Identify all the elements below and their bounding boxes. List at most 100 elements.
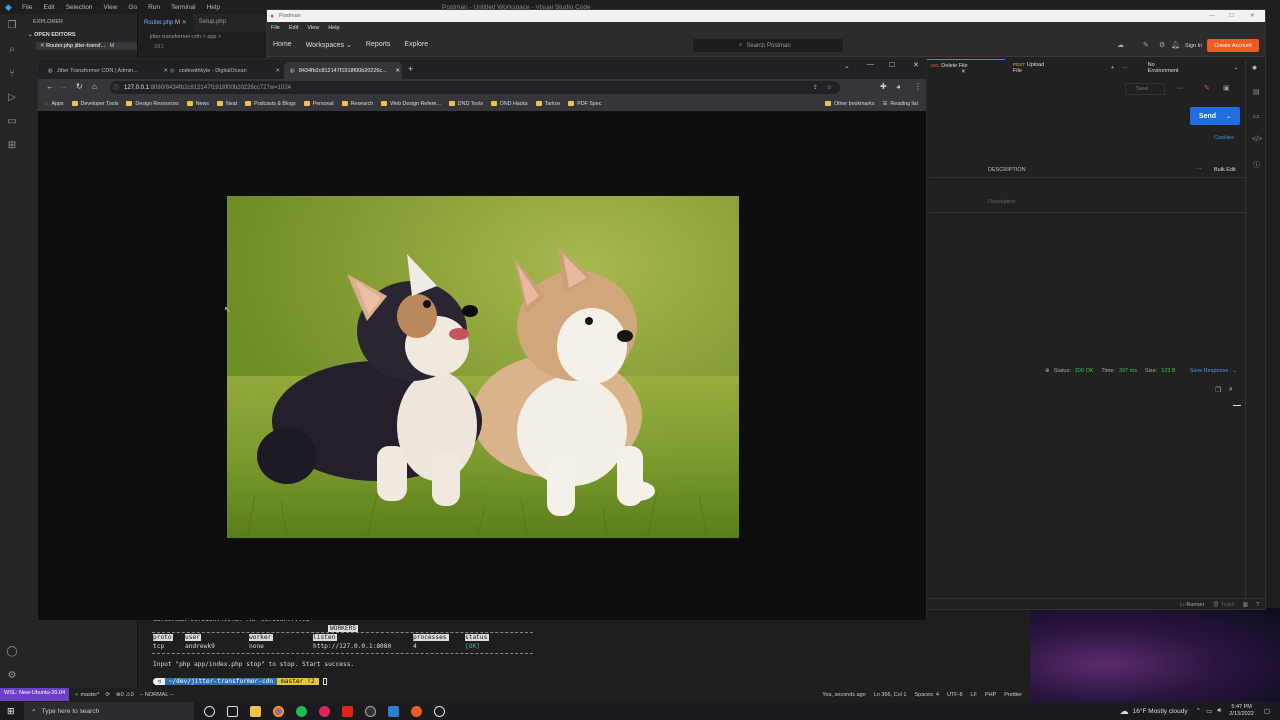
- bookmark-folder[interactable]: DND Tools: [448, 101, 483, 107]
- invite-icon[interactable]: ☁: [1117, 41, 1124, 49]
- tab-setup-php[interactable]: Setup.php: [193, 14, 232, 32]
- help-icon[interactable]: ?: [1256, 602, 1259, 608]
- git-branch[interactable]: master*: [80, 692, 99, 698]
- minimize-icon[interactable]: —: [867, 61, 874, 68]
- settings-gear-icon[interactable]: ⚙: [5, 670, 19, 682]
- bookmark-folder[interactable]: Personal: [303, 101, 334, 107]
- chrome-taskbar-icon[interactable]: [273, 705, 284, 717]
- clock[interactable]: 5:47 PM 2/13/2022: [1229, 704, 1253, 718]
- bookmark-apps[interactable]: ⁙ Apps: [44, 101, 64, 107]
- menu-terminal[interactable]: Terminal: [171, 4, 196, 11]
- postman-search[interactable]: ⌕ Search Postman: [693, 39, 843, 52]
- more-options-icon[interactable]: ···: [1177, 85, 1184, 92]
- two-pane-icon[interactable]: ▥: [1243, 602, 1248, 608]
- bookmark-folder[interactable]: PDF Spec: [568, 101, 601, 107]
- home-icon[interactable]: ⌂: [92, 82, 97, 91]
- nav-workspaces[interactable]: Workspaces ⌄: [306, 41, 352, 49]
- menu-help[interactable]: Help: [207, 4, 220, 11]
- bookmark-folder[interactable]: Developer Tools: [71, 101, 118, 107]
- cookies-link[interactable]: Cookies: [1214, 135, 1234, 141]
- menu-selection[interactable]: Selection: [66, 4, 93, 11]
- browser-tab[interactable]: ◍ codewithkyle - DigitalOcean ✕: [164, 62, 282, 79]
- language-mode[interactable]: PHP: [985, 692, 996, 698]
- satellite-icon[interactable]: ✎: [1143, 41, 1149, 49]
- close-icon[interactable]: ✕: [913, 61, 919, 69]
- menu-view[interactable]: View: [103, 4, 117, 11]
- git-blame[interactable]: You, seconds ago: [822, 692, 866, 698]
- search-icon[interactable]: ⌕: [5, 44, 19, 56]
- menu-edit[interactable]: Edit: [43, 4, 54, 11]
- menu-edit[interactable]: Edit: [289, 25, 298, 31]
- taskbar-search[interactable]: ⌕ Type here to search: [24, 702, 194, 720]
- cortana-icon[interactable]: [204, 705, 215, 717]
- nav-home[interactable]: Home: [273, 41, 292, 48]
- settings-gear-icon[interactable]: [434, 705, 445, 717]
- runner-button[interactable]: ▷ Runner: [1181, 602, 1205, 608]
- bookmark-folder[interactable]: News: [186, 101, 209, 107]
- send-button[interactable]: Send ⌄: [1190, 107, 1240, 125]
- more-tabs-icon[interactable]: ···: [1122, 65, 1128, 71]
- documentation-icon[interactable]: ▤: [1253, 88, 1260, 96]
- network-icon[interactable]: ▭: [1206, 707, 1212, 715]
- bookmark-folder[interactable]: Design Resources: [126, 101, 179, 107]
- open-editors-header[interactable]: ⌄ OPEN EDITORS: [24, 30, 137, 40]
- spotify-icon[interactable]: [296, 705, 307, 717]
- bookmark-star-icon[interactable]: ☆: [827, 84, 832, 91]
- settings-gear-icon[interactable]: ⚙: [1159, 41, 1165, 49]
- files-icon[interactable]: ❐: [5, 20, 19, 32]
- menu-go[interactable]: Go: [128, 4, 137, 11]
- nav-explore[interactable]: Explore: [404, 41, 428, 48]
- menu-file[interactable]: File: [271, 25, 280, 31]
- bookmark-folder[interactable]: DND Hacks: [491, 101, 528, 107]
- profile-avatar-icon[interactable]: ◕: [896, 82, 901, 91]
- close-icon[interactable]: ✕: [1250, 13, 1255, 19]
- new-tab-plus-icon[interactable]: +: [1111, 65, 1114, 71]
- address-bar[interactable]: ⓘ 127.0.0.1:8080/8434fb2c812147f1918f00b…: [110, 81, 840, 94]
- reading-list[interactable]: ☰ Reading list: [883, 101, 918, 107]
- sync-icon[interactable]: ⟳: [105, 692, 110, 698]
- close-icon[interactable]: ✕: [275, 68, 280, 74]
- chevron-down-icon[interactable]: ⌄: [1226, 113, 1231, 120]
- create-account-button[interactable]: Create Account: [1207, 39, 1259, 52]
- forward-arrow-icon[interactable]: →: [60, 82, 68, 91]
- edit-icon[interactable]: ✎: [1204, 84, 1210, 92]
- weather-text[interactable]: 16°F Mostly cloudy: [1133, 708, 1188, 715]
- tab-search-icon[interactable]: ⌄: [844, 62, 850, 70]
- source-control-icon[interactable]: ⑂: [5, 68, 19, 80]
- remote-explorer-icon[interactable]: ▭: [5, 116, 19, 128]
- menu-help[interactable]: Help: [328, 25, 339, 31]
- menu-view[interactable]: View: [307, 25, 319, 31]
- indentation[interactable]: Spaces: 4: [914, 692, 938, 698]
- code-icon[interactable]: </>: [1252, 136, 1262, 143]
- errors-count[interactable]: 0: [121, 692, 124, 698]
- request-tab-upload[interactable]: POST Upload File: [1013, 62, 1053, 74]
- extensions-icon[interactable]: ⊞: [5, 140, 19, 152]
- cursor-position[interactable]: Ln 366, Col 1: [874, 692, 907, 698]
- new-tab-plus-icon[interactable]: +: [408, 64, 413, 74]
- integrated-terminal[interactable]: Workerman version:4.0.27 PHP version:7.4…: [140, 612, 1030, 688]
- close-icon[interactable]: ✕: [961, 69, 966, 75]
- trash-button[interactable]: 🗑︎ Trash: [1212, 602, 1234, 608]
- breadcrumb[interactable]: jitter-transformer-cdn > app >: [150, 34, 221, 40]
- other-bookmarks[interactable]: Other bookmarks: [824, 101, 875, 107]
- save-button[interactable]: Save: [1125, 83, 1165, 95]
- info-icon[interactable]: ⓘ: [1253, 160, 1260, 170]
- copy-icon[interactable]: ❐: [1215, 386, 1221, 394]
- youtube-icon[interactable]: [342, 705, 353, 717]
- maximize-icon[interactable]: ☐: [889, 61, 895, 69]
- run-debug-icon[interactable]: ▷: [5, 92, 19, 104]
- vscode-taskbar-icon[interactable]: [388, 705, 399, 717]
- comments-icon[interactable]: ▭: [1253, 112, 1260, 120]
- minimize-icon[interactable]: —: [1209, 13, 1215, 19]
- browser-tab[interactable]: ◍ Jitter Transformer CDN | Admin... ✕: [42, 62, 168, 79]
- share-icon[interactable]: ⇪: [813, 84, 818, 91]
- prettier-status[interactable]: Prettier: [1004, 692, 1022, 698]
- opera-gx-icon[interactable]: [319, 705, 330, 717]
- task-view-icon[interactable]: [227, 705, 238, 717]
- tray-chevron-icon[interactable]: ⌃: [1196, 707, 1201, 715]
- bulk-edit-link[interactable]: Bulk Edit: [1214, 167, 1236, 173]
- remote-indicator[interactable]: WSL: New-Ubuntu-20.04: [0, 688, 70, 701]
- notifications-icon[interactable]: ▢: [1264, 707, 1270, 715]
- search-icon[interactable]: ⌕: [1229, 386, 1233, 394]
- bookmark-folder[interactable]: Tarkov: [535, 101, 560, 107]
